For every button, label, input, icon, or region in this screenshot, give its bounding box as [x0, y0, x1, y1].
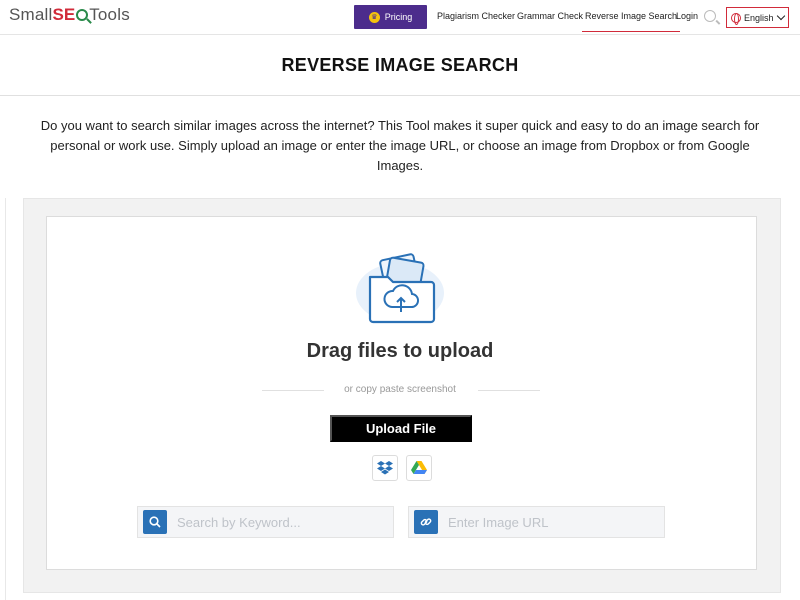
- google-drive-icon: [411, 461, 427, 474]
- tool-description: Do you want to search similar images acr…: [40, 118, 760, 173]
- chevron-down-icon: [776, 11, 785, 21]
- or-paste-screenshot-text: or copy paste screenshot: [0, 384, 800, 395]
- logo-text-seo: SE: [52, 5, 76, 24]
- link-icon: [414, 510, 438, 534]
- pricing-label: Pricing: [384, 12, 413, 22]
- nav-login[interactable]: Login: [676, 11, 698, 21]
- pricing-button[interactable]: ♛ Pricing: [354, 5, 427, 29]
- title-bar: REVERSE IMAGE SEARCH: [0, 36, 800, 96]
- globe-icon: [731, 12, 741, 25]
- nav-grammar-check[interactable]: Grammar Check: [517, 11, 583, 21]
- image-url-field: [408, 506, 665, 538]
- magnifier-logo-icon: [76, 9, 89, 21]
- left-divider: [0, 198, 6, 600]
- logo-text-small: Small: [9, 5, 53, 24]
- folder-upload-icon: [356, 253, 444, 324]
- or-paste-label: or copy paste screenshot: [338, 384, 462, 395]
- nav-reverse-image-search[interactable]: Reverse Image Search: [582, 11, 681, 32]
- logo-text-tools: Tools: [89, 5, 130, 24]
- image-url-input[interactable]: [438, 507, 664, 537]
- search-icon[interactable]: [704, 10, 716, 22]
- page-title: REVERSE IMAGE SEARCH: [281, 55, 519, 75]
- language-label: English: [744, 12, 774, 23]
- dropbox-button[interactable]: [372, 455, 398, 481]
- search-keyword-icon: [143, 510, 167, 534]
- top-navbar: SmallSE Tools ♛ Pricing Plagiarism Checke…: [0, 0, 800, 35]
- google-drive-button[interactable]: [406, 455, 432, 481]
- nav-plagiarism-checker[interactable]: Plagiarism Checker: [437, 11, 515, 21]
- crown-icon: ♛: [368, 11, 380, 23]
- drag-files-heading: Drag files to upload: [306, 340, 494, 362]
- upload-file-button[interactable]: Upload File: [330, 415, 472, 442]
- keyword-search-input[interactable]: [167, 507, 393, 537]
- keyword-search-field: [137, 506, 394, 538]
- site-logo[interactable]: SmallSE Tools: [9, 5, 130, 25]
- dropbox-icon: [377, 461, 393, 475]
- language-selector[interactable]: English: [726, 7, 789, 28]
